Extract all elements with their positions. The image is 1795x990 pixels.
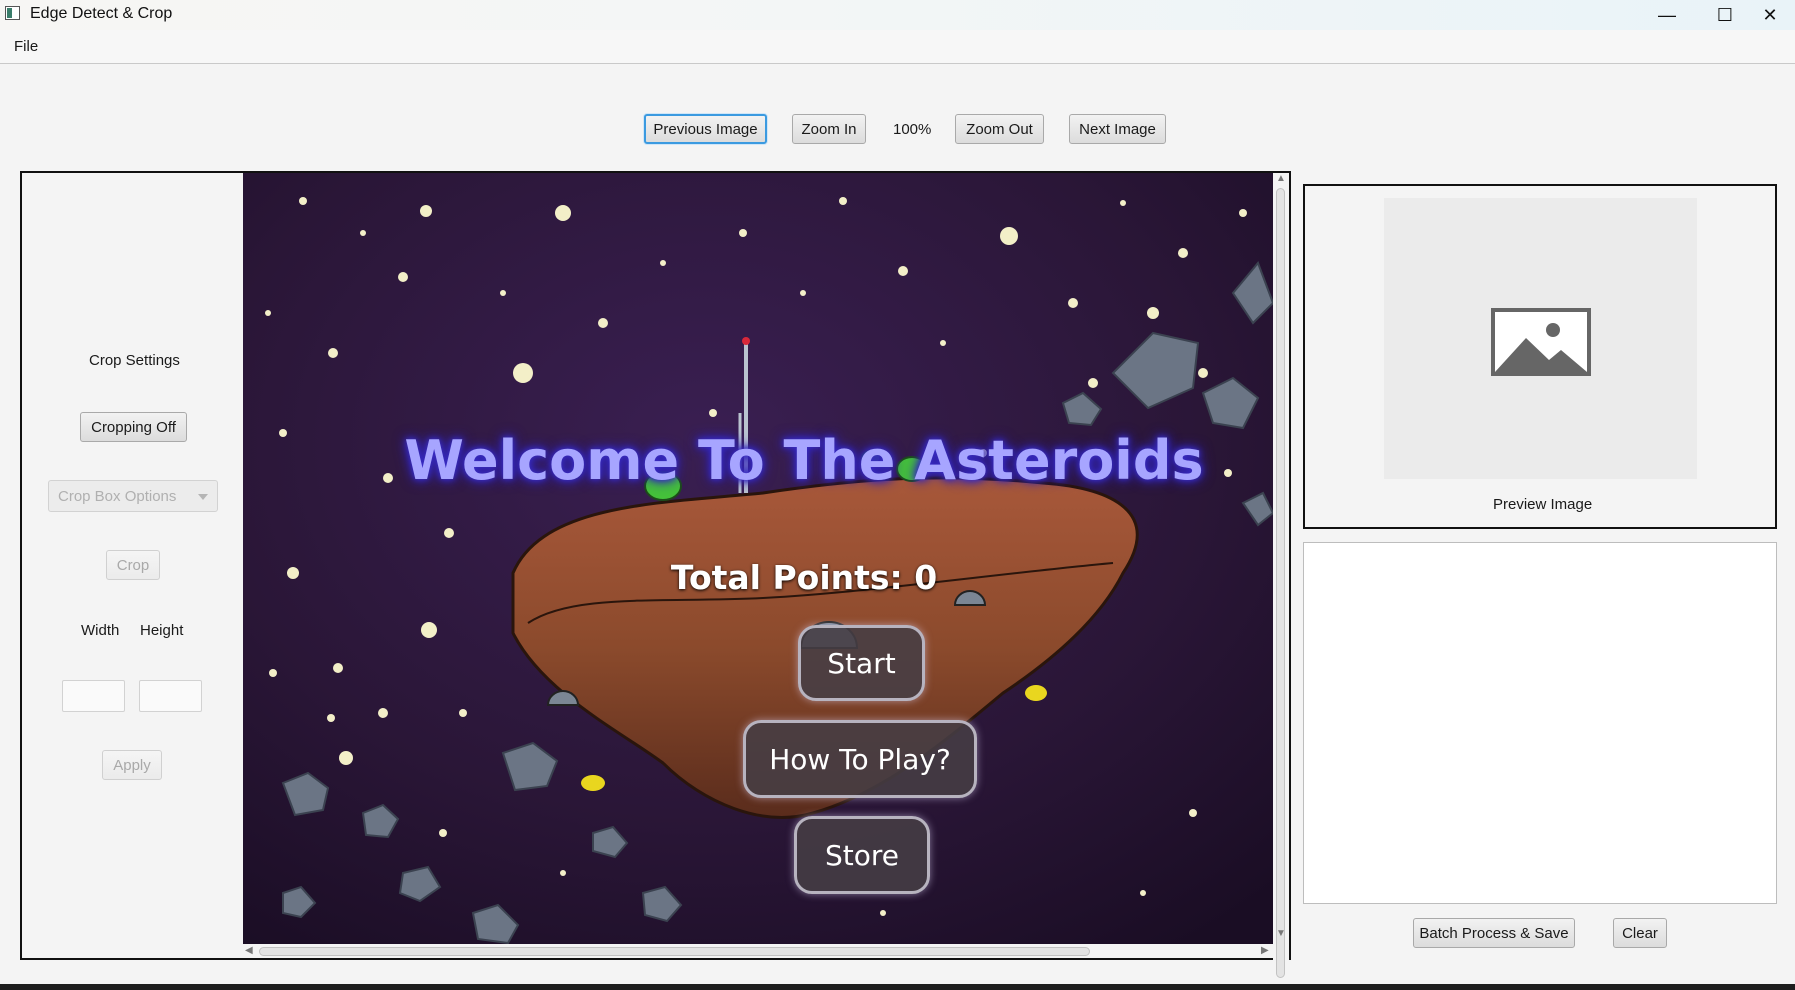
scroll-up-icon[interactable]: ▲ xyxy=(1276,173,1286,184)
output-list[interactable] xyxy=(1303,542,1777,904)
crop-button[interactable]: Crop xyxy=(106,550,160,580)
apply-button[interactable]: Apply xyxy=(102,750,162,780)
vertical-scroll-thumb[interactable] xyxy=(1276,188,1285,978)
crop-settings-panel: Crop Settings Cropping Off Crop Box Opti… xyxy=(20,171,243,960)
zoom-level: 100% xyxy=(893,121,932,138)
close-icon[interactable]: ✕ xyxy=(1745,0,1795,30)
preview-image-area xyxy=(1384,198,1697,479)
game-title-text: Welcome To The Asteroids xyxy=(404,429,1204,492)
minimize-icon[interactable]: — xyxy=(1638,0,1696,30)
preview-image-label: Preview Image xyxy=(1493,496,1593,513)
game-start-button: Start xyxy=(798,625,925,701)
horizontal-scrollbar[interactable]: ◀ ▶ xyxy=(243,944,1273,960)
scroll-down-icon[interactable]: ▼ xyxy=(1276,928,1286,939)
clear-button[interactable]: Clear xyxy=(1613,918,1667,948)
window-title: Edge Detect & Crop xyxy=(30,5,173,22)
game-how-to-play-button: How To Play? xyxy=(743,720,977,798)
vertical-scrollbar[interactable]: ▲ ▼ xyxy=(1273,171,1289,978)
menu-bar: File xyxy=(0,30,1795,64)
horizontal-scroll-thumb[interactable] xyxy=(259,947,1090,956)
height-field[interactable] xyxy=(139,680,202,712)
width-field[interactable] xyxy=(62,680,125,712)
menu-file[interactable]: File xyxy=(14,38,38,55)
chevron-down-icon xyxy=(198,494,208,500)
batch-process-save-button[interactable]: Batch Process & Save xyxy=(1413,918,1575,948)
app-icon xyxy=(5,6,20,20)
scroll-right-icon[interactable]: ▶ xyxy=(1261,945,1269,956)
viewer-border xyxy=(1289,171,1291,960)
zoom-out-button[interactable]: Zoom Out xyxy=(955,114,1044,144)
next-image-button[interactable]: Next Image xyxy=(1069,114,1166,144)
crop-settings-heading: Crop Settings xyxy=(89,352,180,369)
image-viewer[interactable]: Welcome To The Asteroids Total Points: 0… xyxy=(243,171,1273,944)
crop-box-options-label: Crop Box Options xyxy=(58,488,177,505)
image-placeholder-icon xyxy=(1491,308,1591,376)
title-bar: Edge Detect & Crop — ☐ ✕ xyxy=(0,0,1795,30)
total-points-text: Total Points: 0 xyxy=(670,558,938,597)
scroll-left-icon[interactable]: ◀ xyxy=(245,945,253,956)
cropping-toggle-button[interactable]: Cropping Off xyxy=(80,412,187,442)
previous-image-button[interactable]: Previous Image xyxy=(644,114,767,144)
zoom-in-button[interactable]: Zoom In xyxy=(792,114,866,144)
height-label: Height xyxy=(140,622,184,639)
game-store-button: Store xyxy=(794,816,930,894)
taskbar-edge xyxy=(0,984,1795,990)
width-label: Width xyxy=(81,622,120,639)
preview-panel: Preview Image xyxy=(1303,184,1777,529)
crop-box-options-select[interactable]: Crop Box Options xyxy=(48,480,218,512)
